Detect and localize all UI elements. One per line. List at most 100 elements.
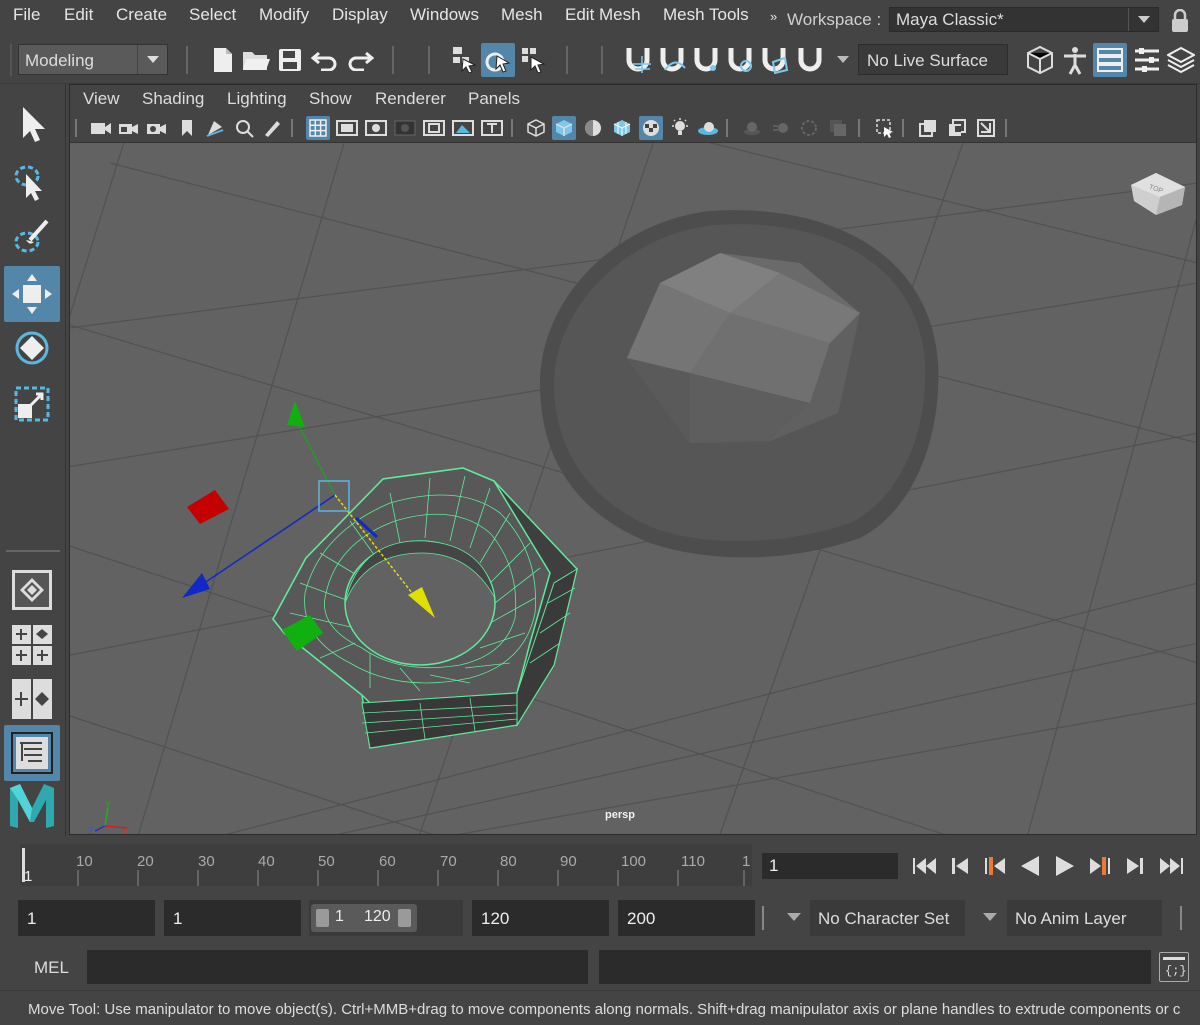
menu-windows[interactable]: Windows	[410, 5, 479, 25]
anti-aliasing-icon[interactable]	[797, 116, 821, 140]
perspective-viewport[interactable]: View Shading Lighting Show Renderer Pane…	[69, 84, 1197, 835]
depth-of-field-icon[interactable]	[826, 116, 850, 140]
animation-start-field[interactable]: 1	[18, 900, 155, 936]
two-view-button[interactable]	[4, 671, 60, 727]
chevron-down-icon[interactable]	[784, 908, 804, 926]
smooth-shade-icon[interactable]	[552, 116, 576, 140]
go-to-start-icon[interactable]	[910, 852, 940, 880]
render-setup-icon[interactable]	[1022, 43, 1056, 77]
channel-box-icon[interactable]	[1164, 43, 1198, 77]
bookmarks-icon[interactable]	[175, 116, 199, 140]
y-axis-handle[interactable]	[287, 401, 305, 427]
step-back-key-icon[interactable]	[980, 852, 1010, 880]
panel-menu-panels[interactable]: Panels	[468, 89, 520, 109]
current-frame-field[interactable]: 1	[762, 853, 898, 879]
snap-to-projected-center-icon[interactable]	[724, 43, 756, 75]
character-set-dropdown[interactable]: No Character Set	[810, 900, 965, 936]
command-language-toggle[interactable]: MEL	[34, 958, 69, 978]
xray-icon[interactable]	[916, 116, 940, 140]
chevron-down-icon[interactable]	[980, 908, 1000, 926]
rounded-cap-mesh[interactable]	[540, 210, 939, 558]
z-axis-handle[interactable]	[182, 573, 210, 598]
range-slider[interactable]: 1 120	[311, 904, 417, 932]
shadows-icon[interactable]	[696, 116, 720, 140]
wireframe-icon[interactable]	[524, 116, 548, 140]
select-by-hierarchy-icon[interactable]	[447, 43, 479, 75]
grid-icon[interactable]	[306, 116, 330, 140]
outliner-layout-button[interactable]	[4, 725, 60, 781]
menu-mesh-tools[interactable]: Mesh Tools	[663, 5, 749, 25]
safe-title-icon[interactable]	[480, 116, 504, 140]
new-scene-icon[interactable]	[208, 45, 238, 75]
textured-icon[interactable]	[639, 116, 663, 140]
two-d-pan-zoom-icon[interactable]	[232, 116, 256, 140]
step-back-frame-icon[interactable]	[945, 852, 975, 880]
lock-icon[interactable]	[1167, 8, 1193, 34]
lasso-tool-button[interactable]	[4, 154, 60, 210]
xray-joints-icon[interactable]	[945, 116, 969, 140]
attribute-editor-icon[interactable]	[1093, 43, 1127, 77]
four-view-button[interactable]	[4, 617, 60, 673]
panel-menu-renderer[interactable]: Renderer	[375, 89, 446, 109]
scene-3d-view[interactable]: Y Z X TOP	[70, 143, 1197, 835]
menu-set-dropdown[interactable]: Modeling	[18, 44, 168, 75]
menu-edit[interactable]: Edit	[64, 5, 93, 25]
redo-icon[interactable]	[345, 45, 375, 75]
make-live-icon[interactable]	[794, 43, 826, 75]
scale-tool-button[interactable]	[4, 376, 60, 432]
workspace-dropdown[interactable]: Maya Classic*	[889, 7, 1159, 32]
resolution-gate-icon[interactable]	[364, 116, 388, 140]
play-backwards-icon[interactable]	[1015, 852, 1045, 880]
save-scene-icon[interactable]	[275, 45, 305, 75]
step-forward-frame-icon[interactable]	[1120, 852, 1150, 880]
anim-layer-dropdown[interactable]: No Anim Layer	[1007, 900, 1162, 936]
screen-space-ao-icon[interactable]	[740, 116, 764, 140]
field-chart-icon[interactable]	[422, 116, 446, 140]
panel-menu-view[interactable]: View	[83, 89, 120, 109]
undo-icon[interactable]	[310, 45, 340, 75]
select-by-component-icon[interactable]	[517, 43, 549, 75]
chevron-down-icon[interactable]	[834, 50, 852, 68]
panel-menu-shading[interactable]: Shading	[142, 89, 204, 109]
snap-to-point-icon[interactable]	[690, 43, 722, 75]
panel-menu-lighting[interactable]: Lighting	[227, 89, 287, 109]
menu-modify[interactable]: Modify	[259, 5, 309, 25]
gate-mask-icon[interactable]	[393, 116, 417, 140]
select-tool-button[interactable]	[4, 96, 60, 152]
go-to-end-icon[interactable]	[1155, 852, 1187, 880]
snap-to-curve-icon[interactable]	[656, 43, 688, 75]
command-input[interactable]	[87, 950, 588, 984]
menu-edit-mesh[interactable]: Edit Mesh	[565, 5, 641, 25]
snap-to-view-plane-icon[interactable]	[758, 43, 790, 75]
range-end-handle[interactable]	[398, 909, 411, 927]
playback-start-field[interactable]: 1	[164, 900, 301, 936]
paint-select-tool-button[interactable]	[4, 210, 60, 266]
image-plane-icon[interactable]	[203, 116, 227, 140]
yz-plane-handle[interactable]	[187, 490, 229, 524]
xray-active-components-icon[interactable]	[974, 116, 998, 140]
animation-end-field[interactable]: 200	[618, 900, 755, 936]
menu-file[interactable]: File	[13, 5, 40, 25]
wireframe-on-shaded-icon[interactable]	[610, 116, 634, 140]
motion-blur-icon[interactable]	[769, 116, 793, 140]
grease-pencil-icon[interactable]	[260, 116, 284, 140]
menu-create[interactable]: Create	[116, 5, 167, 25]
default-material-icon[interactable]	[581, 116, 605, 140]
more-menus-button[interactable]: »	[770, 9, 777, 24]
menu-display[interactable]: Display	[332, 5, 388, 25]
snap-to-grid-icon[interactable]	[622, 43, 654, 75]
safe-action-icon[interactable]	[451, 116, 475, 140]
character-icon[interactable]	[1058, 43, 1092, 77]
lock-camera-icon[interactable]	[117, 116, 141, 140]
menu-mesh[interactable]: Mesh	[501, 5, 543, 25]
time-slider-track[interactable]: 1 10 20 30 40 50 60 70 80 90 100 110 1	[20, 844, 752, 886]
select-by-object-icon[interactable]	[481, 43, 515, 77]
range-start-handle[interactable]	[316, 909, 329, 927]
lights-icon[interactable]	[668, 116, 692, 140]
view-cube[interactable]: TOP	[1131, 173, 1185, 215]
move-tool-button[interactable]	[4, 266, 60, 322]
film-gate-icon[interactable]	[335, 116, 359, 140]
isolate-select-icon[interactable]	[873, 116, 897, 140]
open-scene-icon[interactable]	[241, 45, 271, 75]
play-forwards-icon[interactable]	[1050, 852, 1080, 880]
